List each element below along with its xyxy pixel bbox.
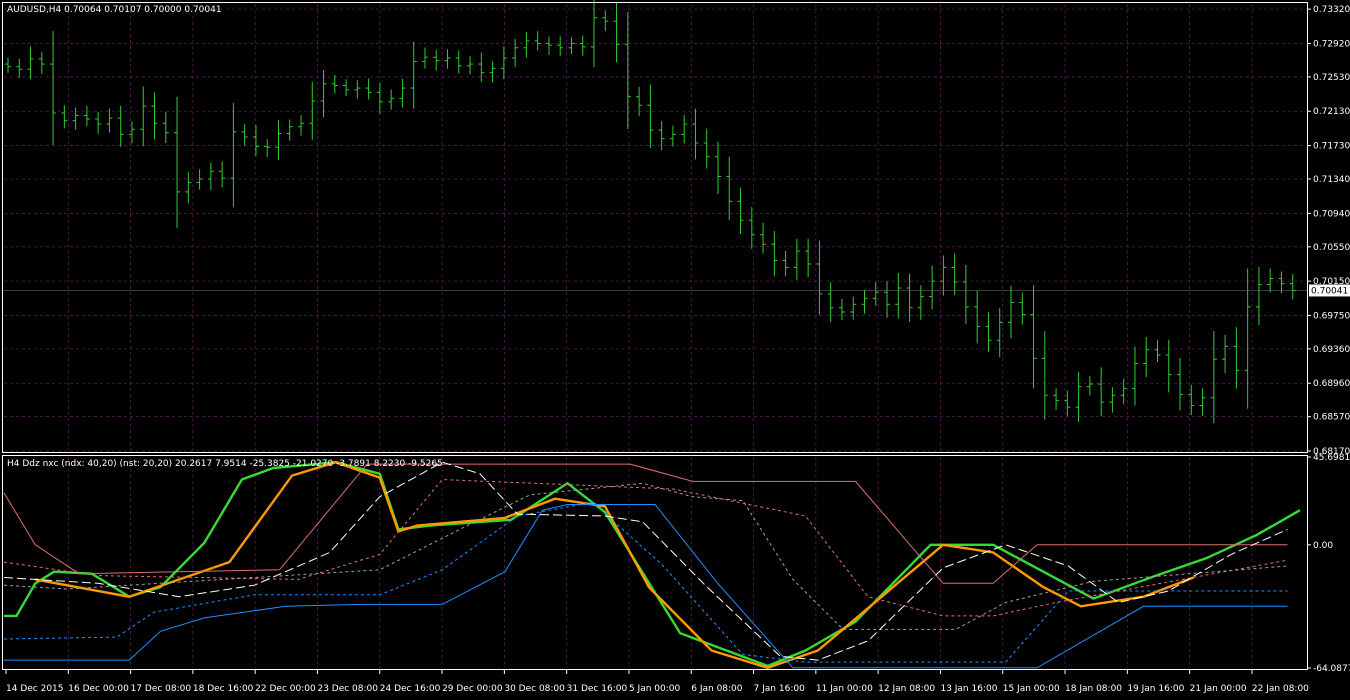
time-tick-label: 6 Jan 08:00 — [691, 684, 743, 694]
time-tick-label: 21 Jan 00:00 — [1190, 684, 1247, 694]
price-tick-label: 0.73320 — [1313, 5, 1350, 15]
time-tick-label: 15 Jan 00:00 — [1003, 684, 1060, 694]
price-tick-label: 0.69360 — [1313, 345, 1350, 355]
main-window-header: AUDUSD,H4 0.70064 0.70107 0.70000 0.7004… — [7, 5, 222, 15]
time-tick-label: 16 Dec 00:00 — [68, 684, 129, 694]
time-tick-label: 19 Jan 16:00 — [1127, 684, 1184, 694]
time-tick-label: 14 Dec 2015 — [6, 684, 64, 694]
time-tick-label: 13 Jan 16:00 — [940, 684, 997, 694]
time-tick-label: 29 Dec 00:00 — [442, 684, 503, 694]
time-tick-label: 18 Jan 08:00 — [1065, 684, 1122, 694]
current-price-tag: 0.70041 — [1309, 284, 1350, 297]
chart-frame[interactable]: 0.73320 0.72920 0.72530 0.72130 0.71730 0.713… — [0, 0, 1350, 700]
price-tick-label: 0.72920 — [1313, 39, 1350, 49]
price-tick-label: 0.69750 — [1313, 311, 1350, 321]
time-tick-label: 31 Dec 16:00 — [567, 684, 628, 694]
price-tick-label: 0.70550 — [1313, 243, 1350, 253]
time-tick-label: 11 Jan 00:00 — [816, 684, 873, 694]
indicator-window-header: H4 Ddz nxc (ndx: 40,20) (nst: 20,20) 20.… — [7, 459, 443, 469]
indicator-tick-label: 0.00 — [1313, 541, 1333, 551]
indicator-tick-label: -64.0877 — [1313, 664, 1350, 674]
time-tick-label: 30 Dec 08:00 — [504, 684, 565, 694]
time-tick-label: 17 Dec 08:00 — [131, 684, 192, 694]
price-tick-label: 0.68570 — [1313, 413, 1350, 423]
price-tick-label: 0.70940 — [1313, 209, 1350, 219]
time-tick-label: 7 Jan 16:00 — [754, 684, 806, 694]
time-tick-label: 23 Dec 08:00 — [317, 684, 378, 694]
time-tick-label: 5 Jan 00:00 — [629, 684, 681, 694]
time-tick-label: 12 Jan 08:00 — [878, 684, 935, 694]
price-tick-label: 0.71340 — [1313, 175, 1350, 185]
price-tick-label: 0.72130 — [1313, 107, 1350, 117]
time-tick-label: 18 Dec 16:00 — [193, 684, 254, 694]
indicator-tick-label: 45.6981 — [1313, 453, 1350, 463]
time-tick-label: 22 Jan 08:00 — [1252, 684, 1309, 694]
price-tick-label: 0.68960 — [1313, 379, 1350, 389]
price-tick-label: 0.71730 — [1313, 142, 1350, 152]
time-tick-label: 22 Dec 00:00 — [255, 684, 316, 694]
current-price-label: 0.70041 — [1311, 286, 1348, 296]
time-tick-label: 24 Dec 16:00 — [380, 684, 441, 694]
price-tick-label: 0.72530 — [1313, 73, 1350, 83]
